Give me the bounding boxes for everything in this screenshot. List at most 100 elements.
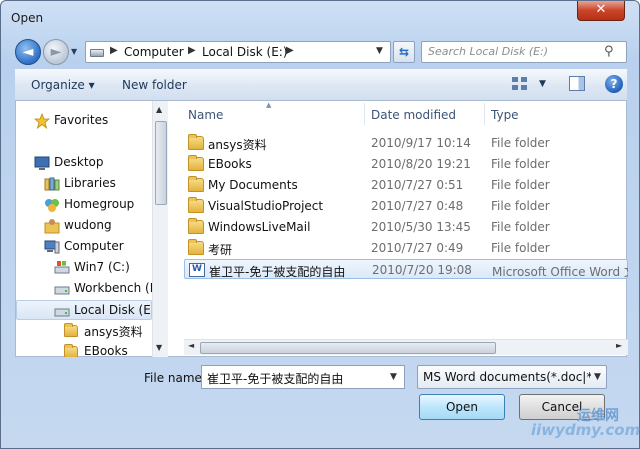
chevron-down-icon[interactable]: ▼ (390, 372, 397, 382)
column-header-type[interactable]: Type (491, 101, 519, 127)
folder-icon (188, 218, 204, 234)
windows-drive-icon (54, 261, 70, 274)
user-folder-icon (44, 219, 60, 234)
file-name: 考研 (208, 243, 233, 257)
tree-item-ansys[interactable]: ansys资料 (64, 321, 152, 341)
change-view-icon[interactable] (512, 77, 528, 91)
file-type: File folder (491, 178, 550, 192)
file-row-visualstudioproject[interactable]: VisualStudioProject 2010/7/27 0:48 File … (184, 196, 628, 216)
file-name: EBooks (208, 157, 252, 171)
file-name-value: 崔卫平-免于被支配的自由 (207, 372, 344, 386)
file-row-word-document[interactable]: 崔卫平-免于被支配的自由 2010/7/20 19:08 Microsoft O… (184, 259, 628, 279)
tree-label: Desktop (54, 155, 104, 169)
view-options-dropdown[interactable]: ▼ (539, 79, 546, 89)
file-row-ebooks[interactable]: EBooks 2010/8/20 19:21 File folder (184, 154, 628, 174)
column-header-date-modified[interactable]: Date modified (371, 101, 456, 127)
file-row-my-documents[interactable]: My Documents 2010/7/27 0:51 File folder (184, 175, 628, 195)
navigation-scrollbar[interactable]: ▲ ▼ (152, 101, 168, 357)
horizontal-scrollbar[interactable]: ◄ ► (184, 339, 628, 355)
folder-icon (188, 239, 204, 255)
command-bar: Organize ▾ New folder ▼ ? (15, 69, 627, 101)
organize-button[interactable]: Organize ▾ (31, 78, 95, 92)
open-button[interactable]: Open (419, 394, 505, 420)
column-divider[interactable] (364, 103, 365, 125)
scroll-right-arrow[interactable]: ► (616, 341, 622, 350)
file-row-windowslivemail[interactable]: WindowsLiveMail 2010/5/30 13:45 File fol… (184, 217, 628, 237)
tree-label: Favorites (54, 113, 109, 127)
tree-label: Win7 (C:) (74, 260, 130, 274)
file-date: 2010/7/27 0:51 (371, 178, 464, 192)
scroll-down-arrow[interactable]: ▼ (156, 343, 162, 352)
tree-label: wudong (64, 218, 112, 232)
file-type: Microsoft Office Word 文 (492, 265, 628, 279)
file-type: File folder (491, 157, 550, 171)
tree-item-computer[interactable]: Computer (44, 237, 148, 257)
preview-pane-icon[interactable] (569, 76, 585, 91)
file-row-ansys[interactable]: ansys资料 2010/9/17 10:14 File folder (184, 133, 628, 153)
file-type-select[interactable]: MS Word documents(*.doc|*.do ▼ (417, 365, 607, 389)
file-name: ansys资料 (208, 138, 267, 152)
file-date: 2010/7/27 0:48 (371, 199, 464, 213)
scroll-thumb[interactable] (200, 342, 496, 354)
tree-item-favorites[interactable]: Favorites (34, 111, 146, 131)
breadcrumb-local-disk[interactable]: Local Disk (E:) (202, 45, 288, 59)
chevron-down-icon[interactable]: ▼ (594, 372, 601, 382)
search-placeholder: Search Local Disk (E:) (428, 45, 549, 58)
word-document-icon (189, 263, 205, 277)
libraries-icon (44, 177, 60, 191)
scroll-left-arrow[interactable]: ◄ (188, 341, 194, 350)
file-name-input[interactable]: 崔卫平-免于被支配的自由 ▼ (201, 365, 405, 389)
breadcrumb-separator[interactable]: ▶ (110, 45, 118, 56)
folder-icon (188, 197, 204, 213)
refresh-button[interactable]: ⇆ (393, 41, 415, 63)
file-type: File folder (491, 199, 550, 213)
homegroup-icon (45, 199, 59, 212)
tree-label: ansys资料 (84, 325, 143, 339)
tree-item-win7-c[interactable]: Win7 (C:) (54, 258, 150, 278)
tree-label: Local Disk (E:) (74, 303, 160, 317)
tree-item-workbench-d[interactable]: Workbench (D (54, 279, 159, 299)
recent-locations-dropdown[interactable]: ▼ (71, 47, 77, 56)
search-box[interactable]: Search Local Disk (E:) ⚲ (421, 41, 627, 63)
breadcrumb-separator[interactable]: ▶ (188, 45, 196, 56)
folder-icon (188, 134, 204, 150)
file-name: WindowsLiveMail (208, 220, 311, 234)
scroll-thumb[interactable] (155, 121, 167, 205)
scroll-up-arrow[interactable]: ▲ (156, 105, 162, 114)
forward-button[interactable]: ► (43, 39, 69, 65)
file-name: 崔卫平-免于被支配的自由 (209, 265, 346, 279)
cancel-button[interactable]: Cancel (519, 394, 605, 420)
folder-icon (64, 323, 78, 337)
breadcrumb-computer[interactable]: Computer (124, 45, 184, 59)
tree-item-wudong[interactable]: wudong (44, 216, 148, 236)
folder-icon (64, 344, 78, 357)
navigation-bar: ◄ ► ▼ ▶ Computer ▶ Local Disk (E:) ▶ ▼ ⇆… (1, 35, 639, 67)
column-divider[interactable] (484, 103, 485, 125)
search-icon[interactable]: ⚲ (604, 44, 614, 59)
tree-item-homegroup[interactable]: Homegroup (44, 195, 148, 215)
file-name: My Documents (208, 178, 298, 192)
address-dropdown-icon[interactable]: ▼ (376, 46, 383, 56)
tree-item-local-disk-e[interactable]: Local Disk (E:) (16, 300, 160, 320)
drive-icon (54, 308, 70, 317)
address-bar[interactable]: ▶ Computer ▶ Local Disk (E:) ▶ ▼ (85, 41, 391, 63)
drive-icon (90, 49, 104, 57)
title-bar[interactable]: Open ✕ (1, 1, 639, 35)
column-header-name[interactable]: Name (188, 101, 223, 127)
tree-item-libraries[interactable]: Libraries (44, 174, 148, 194)
navigation-pane: Favorites Desktop Libraries Homegroup wu… (16, 101, 168, 357)
tree-item-desktop[interactable]: Desktop (34, 153, 146, 173)
content-area: Favorites Desktop Libraries Homegroup wu… (15, 101, 628, 357)
close-button[interactable]: ✕ (577, 1, 625, 21)
tree-item-ebooks[interactable]: EBooks (64, 342, 152, 357)
tree-label: Libraries (64, 176, 116, 190)
new-folder-button[interactable]: New folder (122, 78, 187, 92)
file-date: 2010/9/17 10:14 (371, 136, 471, 150)
desktop-icon (34, 156, 50, 170)
tree-label: Computer (64, 239, 124, 253)
help-icon[interactable]: ? (605, 75, 623, 93)
file-row-kaoyan[interactable]: 考研 2010/7/27 0:49 File folder (184, 238, 628, 258)
breadcrumb-separator[interactable]: ▶ (286, 45, 294, 56)
computer-icon (44, 240, 60, 254)
back-button[interactable]: ◄ (15, 39, 41, 65)
